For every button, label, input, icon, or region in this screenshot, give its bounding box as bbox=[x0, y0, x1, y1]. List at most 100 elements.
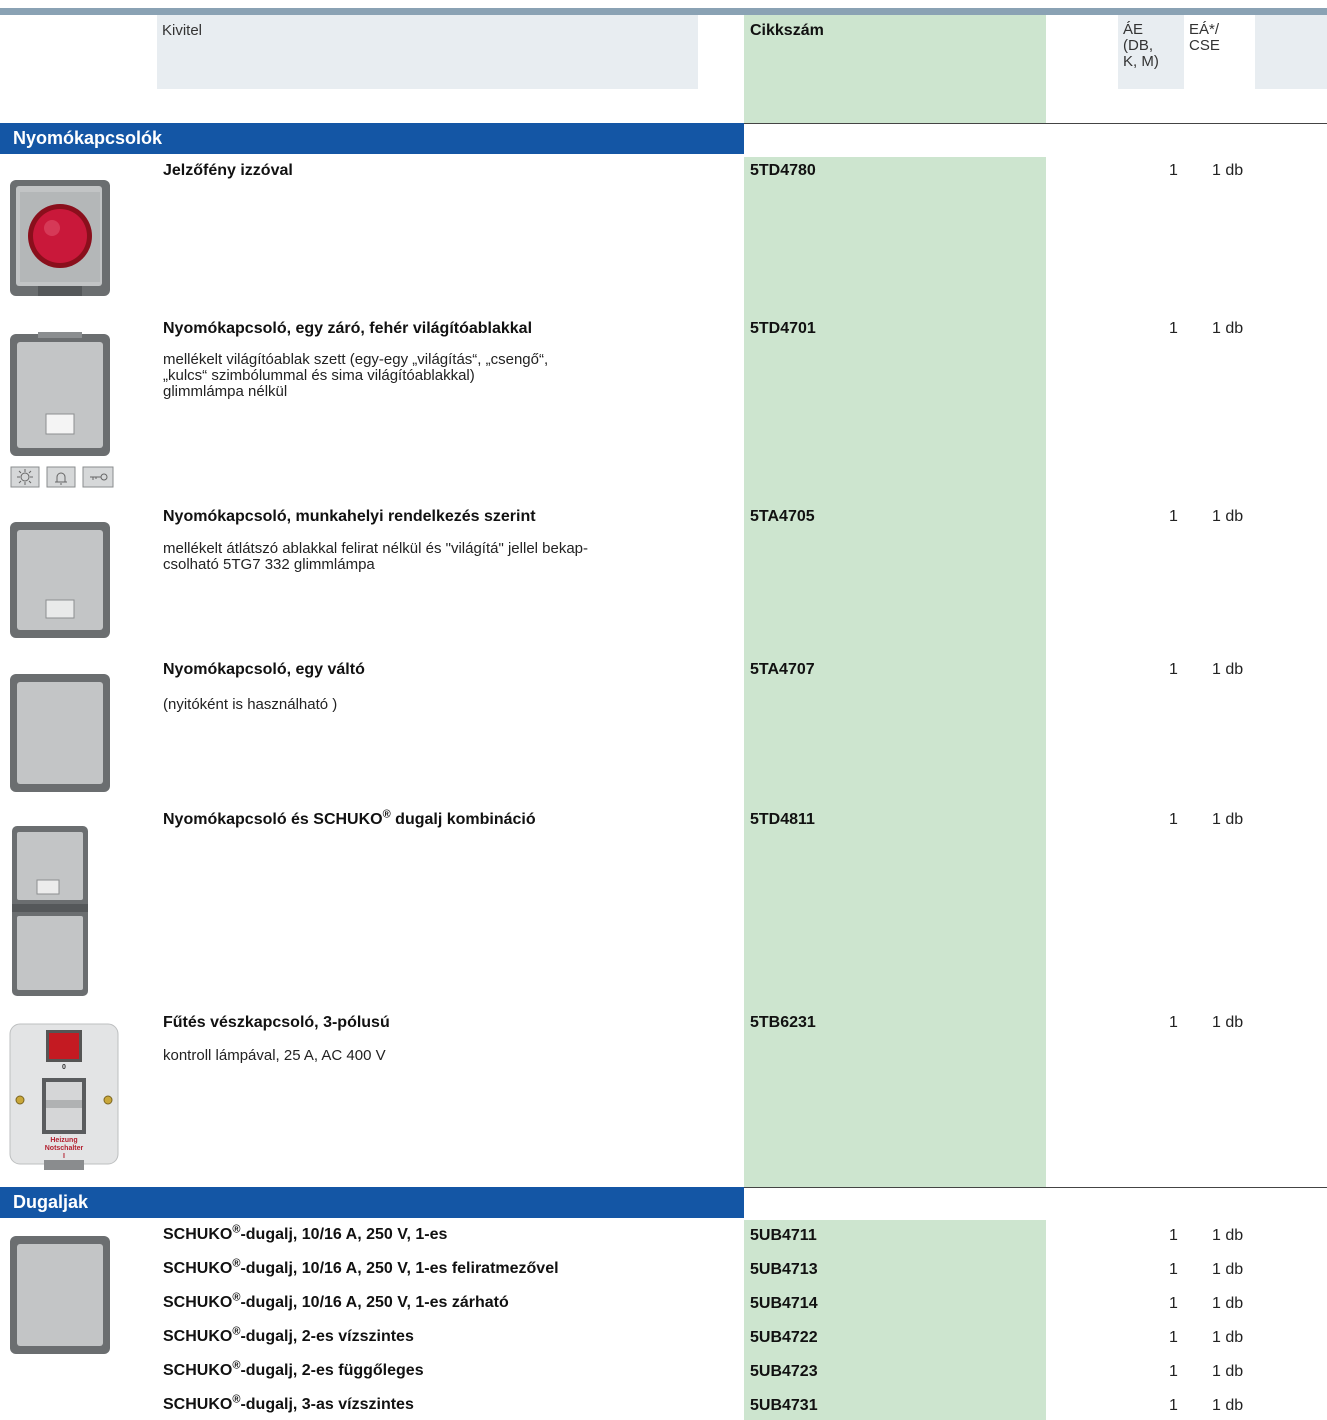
description-line: glimmlámpa nélkül bbox=[163, 383, 288, 400]
header-cikkszam: Cikkszám bbox=[750, 22, 824, 39]
socket-ae: 1 bbox=[1169, 1363, 1178, 1380]
schuko-socket-image bbox=[10, 1236, 110, 1354]
header-ae: ÁE (DB, K, M) bbox=[1123, 22, 1159, 70]
title-text: SCHUKO bbox=[163, 1226, 233, 1243]
light-symbol-icon bbox=[10, 466, 40, 488]
title-text: SCHUKO bbox=[163, 1328, 233, 1345]
description-line: csolható 5TG7 332 glimmlámpa bbox=[163, 556, 375, 573]
socket-ea: 1 db bbox=[1212, 1397, 1244, 1414]
socket-code: 5UB4722 bbox=[750, 1329, 818, 1346]
title-text: -dugalj, 10/16 A, 250 V, 1-es zárható bbox=[240, 1294, 509, 1311]
header-ae-line: K, M) bbox=[1123, 53, 1159, 70]
title-text: -dugalj, 10/16 A, 250 V, 1-es bbox=[240, 1226, 448, 1243]
section-header-push-buttons: Nyomókapcsolók bbox=[0, 123, 744, 154]
socket-row-title: SCHUKO®-dugalj, 2-es vízszintes bbox=[163, 1326, 414, 1346]
product-ae: 1 bbox=[1169, 320, 1178, 337]
header-ea: EÁ*/ CSE bbox=[1189, 22, 1220, 54]
title-text: Nyomókapcsoló és SCHUKO bbox=[163, 811, 383, 828]
socket-row-title: SCHUKO®-dugalj, 10/16 A, 250 V, 1-es zár… bbox=[163, 1292, 509, 1312]
section-title: Dugaljak bbox=[13, 1192, 89, 1212]
header-kivitel: Kivitel bbox=[162, 22, 203, 39]
header-ae-cell: ÁE (DB, K, M) bbox=[1118, 15, 1184, 89]
socket-code: 5UB4723 bbox=[750, 1363, 818, 1380]
on-position-label: I bbox=[63, 1153, 65, 1160]
product-title: Nyomókapcsoló, egy záró, fehér világítóa… bbox=[163, 320, 533, 337]
socket-ae: 1 bbox=[1169, 1227, 1178, 1244]
device-caption-line: Heizung bbox=[50, 1137, 78, 1144]
product-ea: 1 db bbox=[1212, 162, 1244, 179]
product-description: mellékelt világítóablak szett (egy-egy „… bbox=[163, 352, 548, 400]
title-text: SCHUKO bbox=[163, 1396, 233, 1413]
product-ae: 1 bbox=[1169, 811, 1178, 828]
header-ae-line: ÁE bbox=[1123, 21, 1144, 38]
socket-ea: 1 db bbox=[1212, 1363, 1244, 1380]
product-description: (nyitóként is használható ) bbox=[163, 697, 337, 713]
title-text: -dugalj, 3-as vízszintes bbox=[240, 1396, 414, 1413]
socket-ea: 1 db bbox=[1212, 1261, 1244, 1278]
socket-row-title: SCHUKO®-dugalj, 2-es függőleges bbox=[163, 1360, 424, 1380]
socket-code: 5UB4714 bbox=[750, 1295, 818, 1312]
product-ea: 1 db bbox=[1212, 811, 1244, 828]
off-position-label: 0 bbox=[62, 1064, 66, 1071]
header-ea-line: EÁ*/ bbox=[1189, 21, 1220, 38]
changeover-switch-image bbox=[10, 674, 110, 792]
product-title: Jelzőfény izzóval bbox=[163, 162, 293, 179]
product-title: Fűtés vészkapcsoló, 3-pólusú bbox=[163, 1014, 390, 1031]
registered-mark: ® bbox=[382, 808, 391, 821]
title-text: SCHUKO bbox=[163, 1294, 233, 1311]
header-ea-line: CSE bbox=[1189, 37, 1220, 54]
socket-ea: 1 db bbox=[1212, 1227, 1244, 1244]
product-description: mellékelt átlátszó ablakkal felirat nélk… bbox=[163, 541, 588, 573]
product-title: Nyomókapcsoló, egy váltó bbox=[163, 661, 365, 678]
socket-code: 5UB4713 bbox=[750, 1261, 818, 1278]
section-rule bbox=[744, 123, 1327, 124]
product-description: kontroll lámpával, 25 A, AC 400 V bbox=[163, 1048, 386, 1064]
product-code: 5TA4707 bbox=[750, 661, 815, 678]
product-code: 5TD4701 bbox=[750, 320, 816, 337]
device-caption: Heizung Notschalter I bbox=[8, 1137, 120, 1161]
product-code: 5TD4811 bbox=[750, 811, 815, 828]
socket-ea: 1 db bbox=[1212, 1329, 1244, 1346]
description-line: mellékelt világítóablak szett (egy-egy „… bbox=[163, 351, 549, 368]
socket-ae: 1 bbox=[1169, 1295, 1178, 1312]
product-title: Nyomókapcsoló, munkahelyi rendelkezés sz… bbox=[163, 508, 536, 525]
description-line: mellékelt átlátszó ablakkal felirat nélk… bbox=[163, 540, 589, 557]
top-rule bbox=[0, 8, 1327, 15]
section-title: Nyomókapcsolók bbox=[13, 128, 163, 148]
product-ae: 1 bbox=[1169, 508, 1178, 525]
socket-ae: 1 bbox=[1169, 1329, 1178, 1346]
title-text: SCHUKO bbox=[163, 1260, 233, 1277]
push-button-switch-image bbox=[10, 332, 110, 456]
key-symbol-icon bbox=[82, 466, 114, 488]
section-header-sockets: Dugaljak bbox=[0, 1187, 744, 1218]
socket-row-title: SCHUKO®-dugalj, 3-as vízszintes bbox=[163, 1394, 414, 1414]
description-line: „kulcs“ szimbólummal és sima világítóabl… bbox=[163, 367, 475, 384]
code-column bbox=[744, 1220, 1046, 1420]
product-code: 5TD4780 bbox=[750, 162, 816, 179]
header-ae-line: (DB, bbox=[1123, 37, 1153, 54]
product-ea: 1 db bbox=[1212, 1014, 1244, 1031]
product-ea: 1 db bbox=[1212, 320, 1244, 337]
title-text: dugalj kombináció bbox=[390, 811, 536, 828]
title-text: -dugalj, 10/16 A, 250 V, 1-es feliratmez… bbox=[240, 1260, 559, 1277]
switch-socket-combo-image bbox=[12, 826, 88, 996]
heating-emergency-switch-image: 0 Heizung Notschalter I bbox=[8, 1020, 120, 1172]
title-text: -dugalj, 2-es függőleges bbox=[240, 1362, 424, 1379]
header-kivitel-cell: Kivitel bbox=[157, 15, 698, 89]
description-line: (nyitóként is használható ) bbox=[163, 696, 338, 713]
product-ae: 1 bbox=[1169, 1014, 1178, 1031]
section-rule bbox=[744, 1187, 1327, 1188]
title-text: SCHUKO bbox=[163, 1362, 233, 1379]
product-code: 5TB6231 bbox=[750, 1014, 816, 1031]
product-ea: 1 db bbox=[1212, 661, 1244, 678]
socket-ae: 1 bbox=[1169, 1261, 1178, 1278]
product-ea: 1 db bbox=[1212, 508, 1244, 525]
description-line: kontroll lámpával, 25 A, AC 400 V bbox=[163, 1047, 386, 1064]
product-code: 5TA4705 bbox=[750, 508, 815, 525]
socket-row-title: SCHUKO®-dugalj, 10/16 A, 250 V, 1-es bbox=[163, 1224, 448, 1244]
product-ae: 1 bbox=[1169, 162, 1178, 179]
lens-symbols bbox=[10, 466, 114, 488]
bell-symbol-icon bbox=[46, 466, 76, 488]
socket-code: 5UB4731 bbox=[750, 1397, 818, 1414]
socket-row-title: SCHUKO®-dugalj, 10/16 A, 250 V, 1-es fel… bbox=[163, 1258, 559, 1278]
